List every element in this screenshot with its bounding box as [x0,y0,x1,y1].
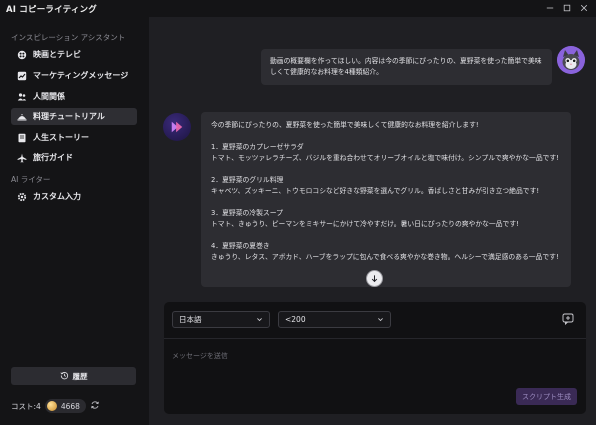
message-input[interactable] [172,346,572,366]
sidebar-item-label: カスタム入力 [33,192,81,201]
gear-icon [17,192,27,202]
history-label: 履歴 [72,371,88,381]
section-label-ai-writer: AI ライター [11,175,51,184]
chevron-down-icon [257,318,262,322]
language-value: 日本語 [179,315,202,324]
chat-panel: 動画の概要欄を作ってほしい。内容は今の季節にぴったりの、夏野菜を使った簡単で美味… [149,17,596,425]
sidebar-item-movies-tv[interactable]: 映画とテレビ [11,46,137,63]
sidebar-item-life-story[interactable]: 人生ストーリー [11,129,137,146]
sidebar-item-custom-input[interactable]: カスタム入力 [11,188,137,205]
sidebar-item-label: 人間関係 [33,92,65,101]
film-icon [17,50,27,60]
assistant-logo-icon [171,121,183,133]
sidebar-item-label: 旅行ガイド [33,153,73,162]
length-select[interactable]: <200 [278,311,391,328]
user-message: 動画の概要欄を作ってほしい。内容は今の季節にぴったりの、夏野菜を使った簡単で美味… [261,49,552,85]
section-label-inspiration: インスピレーション アシスタント [11,33,126,42]
credit-count: 4668 [60,401,80,411]
sidebar-item-label: 人生ストーリー [33,133,89,142]
composer: 日本語 <200 スクリプト生成 [164,302,586,414]
refresh-icon[interactable] [90,400,100,412]
sidebar-item-cooking[interactable]: 料理チュートリアル [11,108,137,125]
length-value: <200 [285,315,306,324]
assistant-message: 今の季節にぴったりの、夏野菜を使った簡単で美味しくて健康的なお料理を紹介します!… [201,112,571,287]
sidebar-item-marketing[interactable]: マーケティングメッセージ [11,67,137,84]
coin-icon [46,401,57,411]
sidebar-item-label: 料理チュートリアル [33,112,105,121]
assistant-message-text: 今の季節にぴったりの、夏野菜を使った簡単で美味しくて健康的なお料理を紹介します!… [211,121,559,261]
title-bar: AI コピーライティング [0,0,596,17]
people-icon [17,92,27,102]
sidebar: インスピレーション アシスタント 映画とテレビ マーケティングメッセージ 人間関… [0,17,146,425]
chevron-down-icon [378,318,383,322]
chart-icon [17,71,27,81]
cooking-icon [17,112,27,122]
window-controls [541,1,592,15]
generate-script-button[interactable]: スクリプト生成 [516,388,577,405]
sidebar-item-travel-guide[interactable]: 旅行ガイド [11,149,137,166]
history-button[interactable]: 履歴 [11,367,136,385]
language-select[interactable]: 日本語 [172,311,270,328]
book-icon [17,133,27,143]
scroll-to-bottom-button[interactable] [366,270,383,287]
composer-divider [164,338,586,339]
close-icon[interactable] [575,1,592,15]
minimize-icon[interactable] [541,1,558,15]
user-avatar [557,46,585,74]
sidebar-item-label: マーケティングメッセージ [33,71,129,80]
plane-icon [17,153,27,163]
maximize-icon[interactable] [558,1,575,15]
sidebar-item-label: 映画とテレビ [33,50,81,59]
arrow-down-icon [371,275,378,283]
credit-row: コスト:4 4668 [11,399,100,413]
new-chat-icon[interactable] [562,313,574,326]
credit-balance: 4668 [44,399,86,413]
assistant-avatar [163,113,191,141]
sidebar-item-relationships[interactable]: 人間関係 [11,88,137,105]
app-title: AI コピーライティング [6,4,97,15]
cost-label: コスト:4 [11,401,41,411]
history-icon [59,371,69,382]
